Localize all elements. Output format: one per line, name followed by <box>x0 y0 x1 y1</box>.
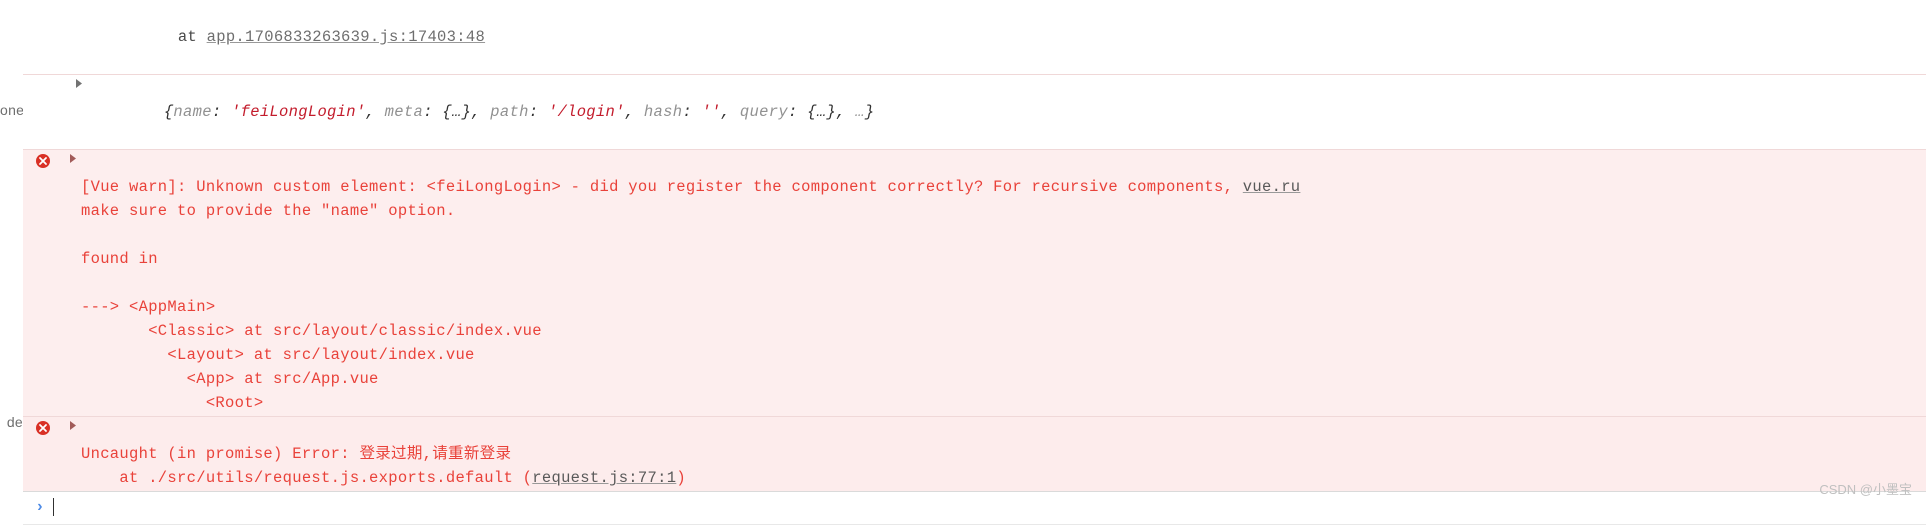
console-panel: at app.1706833263639.js:17403:48 {name: … <box>23 0 1926 525</box>
object-preview-text: {name: 'feiLongLogin', meta: {…}, path: … <box>87 76 1920 148</box>
console-object-row[interactable]: {name: 'feiLongLogin', meta: {…}, path: … <box>23 74 1926 149</box>
console-input-row[interactable]: › <box>23 491 1926 525</box>
expand-triangle-icon[interactable] <box>65 153 81 164</box>
source-link[interactable]: vue.ru <box>1243 178 1301 196</box>
left-label: one <box>0 100 23 122</box>
watermark-text: CSDN @小墨宝 <box>1819 480 1912 500</box>
console-error-row[interactable]: [Vue warn]: Unknown custom element: <fei… <box>23 149 1926 416</box>
error-icon <box>35 420 51 436</box>
error-icon <box>35 153 51 169</box>
editor-left-gutter: one de <box>0 0 23 525</box>
at-label: at <box>178 28 207 46</box>
expand-triangle-icon[interactable] <box>71 78 87 89</box>
stack-trace-line: at app.1706833263639.js:17403:48 <box>23 0 1926 74</box>
console-error-row[interactable]: Uncaught (in promise) Error: 登录过期,请重新登录 … <box>23 416 1926 491</box>
text-cursor <box>53 498 54 516</box>
left-label: de <box>0 412 23 434</box>
source-link[interactable]: request.js:77:1 <box>532 469 676 487</box>
error-message: [Vue warn]: Unknown custom element: <fei… <box>81 151 1920 415</box>
source-link[interactable]: app.1706833263639.js:17403:48 <box>207 28 485 46</box>
expand-triangle-icon[interactable] <box>65 420 81 431</box>
error-message: Uncaught (in promise) Error: 登录过期,请重新登录 … <box>81 418 1920 490</box>
